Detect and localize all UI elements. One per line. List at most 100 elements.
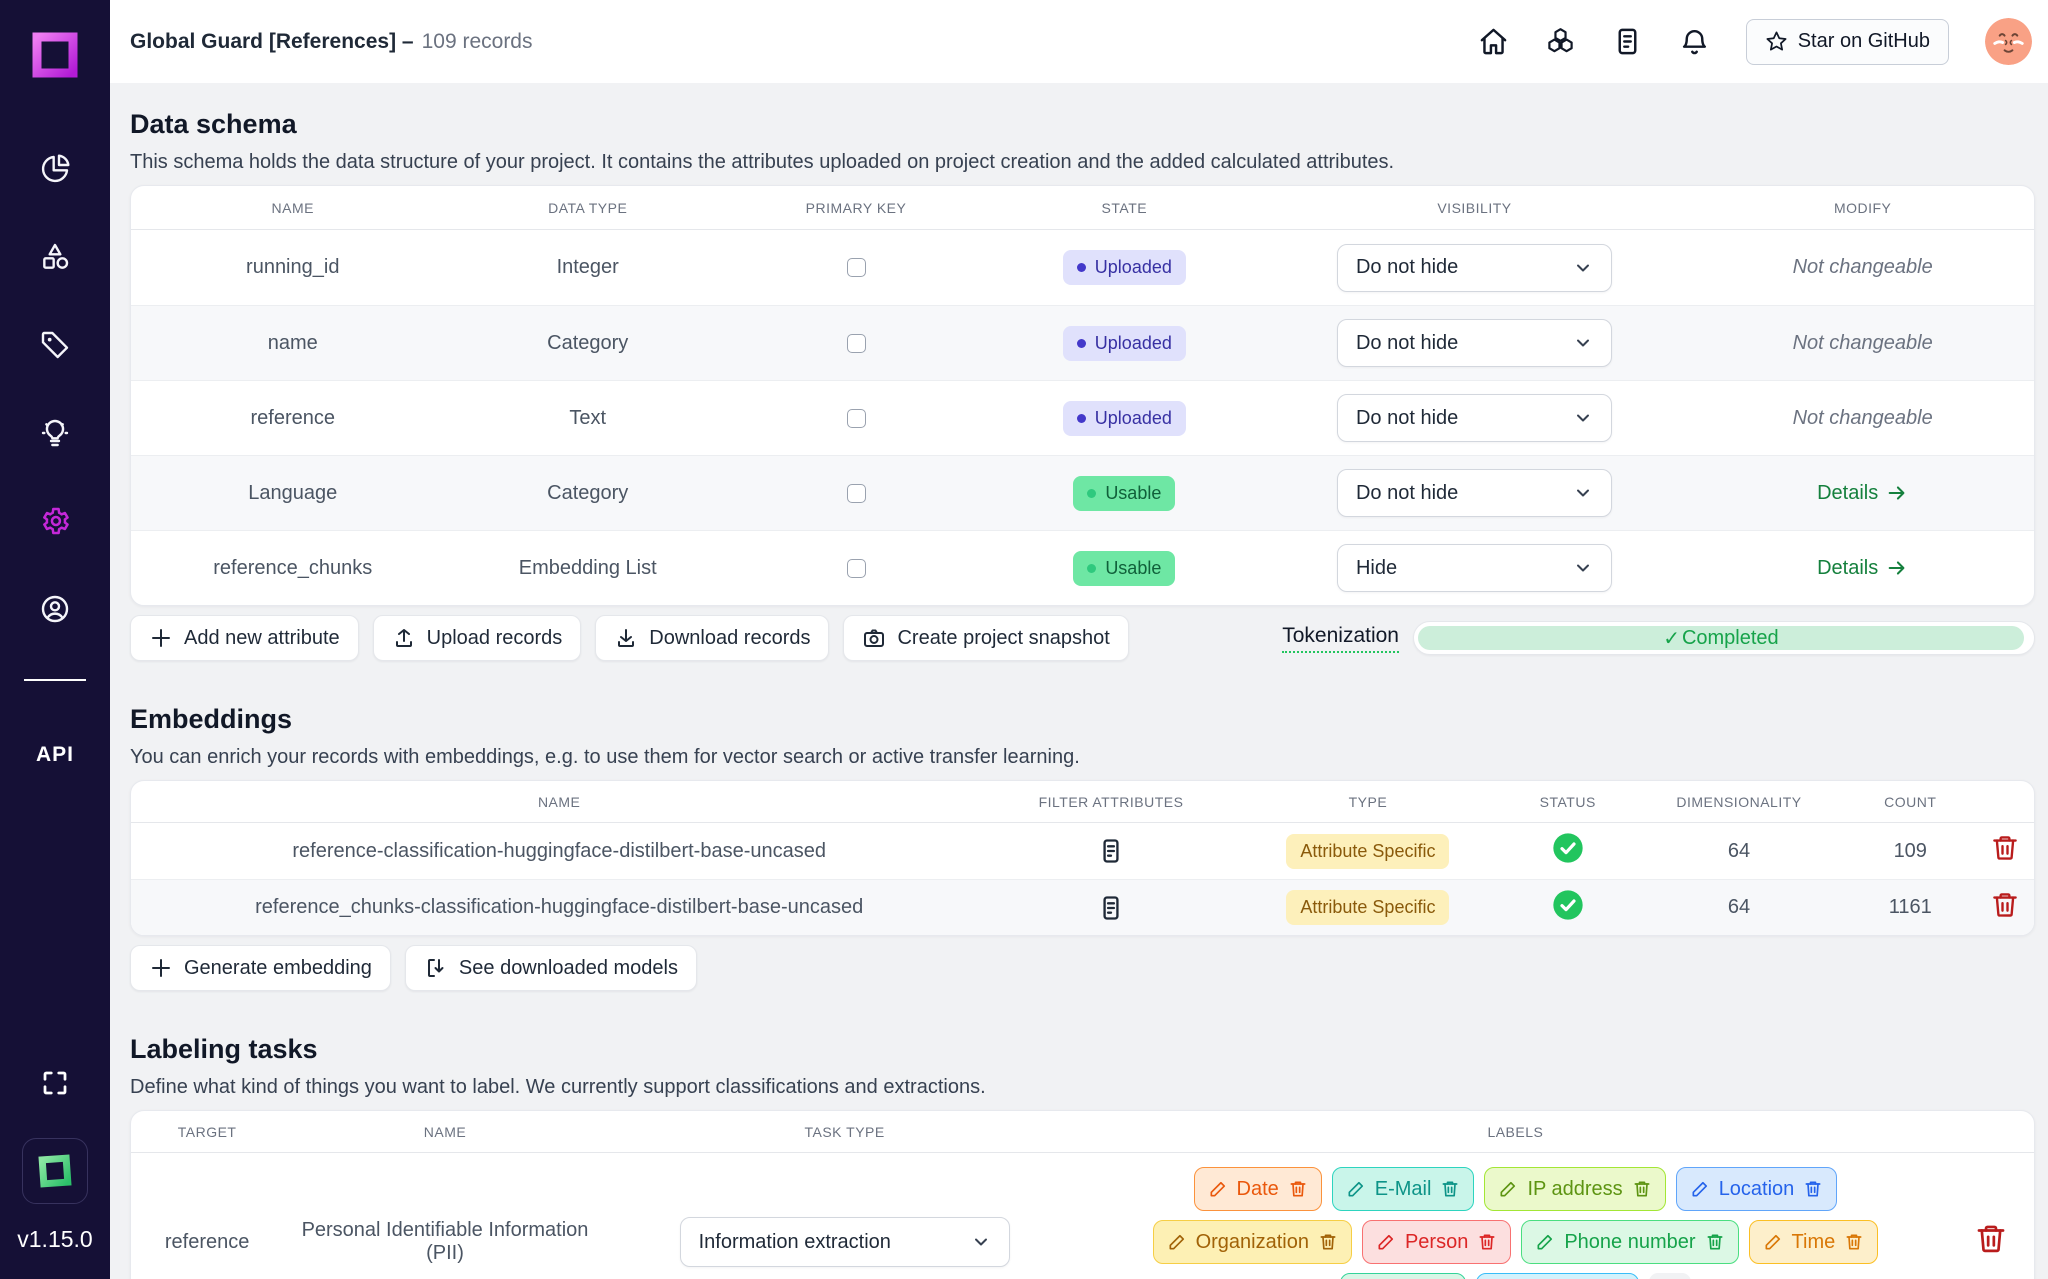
label-chip[interactable]: IP address	[1484, 1167, 1665, 1211]
filter-attributes-icon[interactable]	[1097, 894, 1125, 922]
label-chip[interactable]: Location	[1676, 1167, 1838, 1211]
bell-icon[interactable]	[1679, 26, 1710, 57]
delete-label-icon[interactable]	[1318, 1232, 1338, 1252]
generate-embedding-button[interactable]: Generate embedding	[130, 945, 391, 991]
visibility-select[interactable]: Hide	[1337, 544, 1612, 592]
edit-label-icon[interactable]	[1535, 1232, 1555, 1252]
content: Data schema This schema holds the data s…	[110, 83, 2048, 1279]
attribute-name: running_id	[131, 256, 455, 279]
upload-records-button[interactable]: Upload records	[373, 615, 582, 661]
home-icon[interactable]	[1478, 26, 1509, 57]
data-schema-table: NAME DATA TYPE PRIMARY KEY STATE VISIBIL…	[130, 185, 2035, 606]
edit-label-icon[interactable]	[1167, 1232, 1187, 1252]
delete-label-icon[interactable]	[1803, 1179, 1823, 1199]
primary-key-checkbox[interactable]	[847, 409, 866, 428]
modify-static: Not changeable	[1691, 332, 2034, 355]
embedding-name: reference_chunks-classification-huggingf…	[131, 896, 987, 919]
add-label-button[interactable]	[1649, 1273, 1691, 1279]
table-row: reference-classification-huggingface-dis…	[131, 823, 2034, 879]
label-chip[interactable]: URL	[1340, 1273, 1466, 1279]
primary-key-checkbox[interactable]	[847, 559, 866, 578]
overview-icon[interactable]	[39, 153, 71, 185]
edit-label-icon[interactable]	[1346, 1179, 1366, 1199]
label-chip[interactable]: Person	[1362, 1220, 1511, 1264]
embeddings-header-row: NAME FILTER ATTRIBUTES TYPE STATUS DIMEN…	[131, 781, 2034, 823]
delete-label-icon[interactable]	[1288, 1179, 1308, 1199]
kern-logo[interactable]	[22, 1138, 88, 1204]
task-type-select[interactable]: Information extraction	[680, 1217, 1010, 1267]
avatar[interactable]	[1985, 18, 2032, 65]
label-chip[interactable]: Organization	[1153, 1220, 1352, 1264]
label-chip[interactable]: Phone number	[1521, 1220, 1738, 1264]
embeddings-description: You can enrich your records with embeddi…	[130, 744, 2035, 770]
delete-embedding-icon[interactable]	[1990, 890, 2020, 920]
primary-key-checkbox[interactable]	[847, 258, 866, 277]
col-modify: MODIFY	[1691, 200, 2034, 216]
delete-label-icon[interactable]	[1705, 1232, 1725, 1252]
heuristics-icon[interactable]	[39, 417, 71, 449]
col-type: TYPE	[1235, 794, 1501, 810]
download-records-button[interactable]: Download records	[595, 615, 829, 661]
label-chip[interactable]: E-Mail	[1332, 1167, 1475, 1211]
state-badge: Usable	[1073, 476, 1175, 511]
settings-icon[interactable]	[39, 505, 71, 537]
version-label: v1.15.0	[17, 1226, 92, 1253]
delete-label-icon[interactable]	[1477, 1232, 1497, 1252]
edit-label-icon[interactable]	[1498, 1179, 1518, 1199]
label-chip[interactable]: Date	[1194, 1167, 1322, 1211]
task-name: Personal Identifiable Information (PII)	[283, 1219, 607, 1265]
delete-label-icon[interactable]	[1844, 1232, 1864, 1252]
details-link[interactable]: Details	[1817, 482, 1908, 505]
data-schema-actions: Add new attribute Upload records Downloa…	[130, 614, 2035, 662]
delete-label-icon[interactable]	[1632, 1179, 1652, 1199]
col-status: STATUS	[1501, 794, 1634, 810]
filter-attributes-icon[interactable]	[1097, 837, 1125, 865]
col-data-type: DATA TYPE	[455, 200, 721, 216]
status-success-icon	[1552, 832, 1584, 864]
app-logo[interactable]	[26, 26, 84, 89]
visibility-select[interactable]: Do not hide	[1337, 469, 1612, 517]
col-visibility: VISIBILITY	[1258, 200, 1692, 216]
edit-label-icon[interactable]	[1690, 1179, 1710, 1199]
delete-label-icon[interactable]	[1440, 1179, 1460, 1199]
api-link[interactable]: API	[36, 743, 74, 767]
label-chip[interactable]: Zip code	[1476, 1273, 1639, 1279]
labels-list: Date E-Mail IP address Location Organiza…	[1082, 1167, 1948, 1279]
tokenization-status: ✓Completed	[1663, 626, 1778, 651]
label-chip[interactable]: Time	[1749, 1220, 1879, 1264]
star-on-github-button[interactable]: Star on GitHub	[1746, 19, 1949, 65]
fullscreen-icon[interactable]	[40, 1068, 70, 1098]
col-target: TARGET	[131, 1124, 283, 1140]
col-task-type: TASK TYPE	[607, 1124, 1083, 1140]
delete-task-icon[interactable]	[1974, 1222, 2008, 1256]
tokenization-label[interactable]: Tokenization	[1282, 624, 1399, 653]
delete-embedding-icon[interactable]	[1990, 833, 2020, 863]
create-snapshot-button[interactable]: Create project snapshot	[843, 615, 1128, 661]
see-downloaded-models-button[interactable]: See downloaded models	[405, 945, 697, 991]
tokenization-progress-fill: ✓Completed	[1418, 626, 2024, 650]
visibility-select[interactable]: Do not hide	[1337, 244, 1612, 292]
data-browser-icon[interactable]	[39, 241, 71, 273]
model-download-icon	[424, 956, 448, 980]
col-labels: LABELS	[1082, 1124, 1948, 1140]
notes-icon[interactable]	[1612, 26, 1643, 57]
edit-label-icon[interactable]	[1208, 1179, 1228, 1199]
col-name: NAME	[131, 200, 455, 216]
sidebar: API v1.15.0	[0, 0, 110, 1279]
edit-label-icon[interactable]	[1763, 1232, 1783, 1252]
arrow-right-icon	[1886, 557, 1908, 579]
primary-key-checkbox[interactable]	[847, 334, 866, 353]
chevron-down-icon	[1573, 483, 1593, 503]
add-attribute-button[interactable]: Add new attribute	[130, 615, 359, 661]
modules-icon[interactable]	[1545, 26, 1576, 57]
visibility-select[interactable]: Do not hide	[1337, 394, 1612, 442]
state-badge: Usable	[1073, 551, 1175, 586]
labeling-icon[interactable]	[39, 329, 71, 361]
visibility-select[interactable]: Do not hide	[1337, 319, 1612, 367]
primary-key-checkbox[interactable]	[847, 484, 866, 503]
table-row: reference_chunks-classification-huggingf…	[131, 879, 2034, 935]
embeddings-table: NAME FILTER ATTRIBUTES TYPE STATUS DIMEN…	[130, 780, 2035, 936]
user-icon[interactable]	[39, 593, 71, 625]
details-link[interactable]: Details	[1817, 557, 1908, 580]
edit-label-icon[interactable]	[1376, 1232, 1396, 1252]
